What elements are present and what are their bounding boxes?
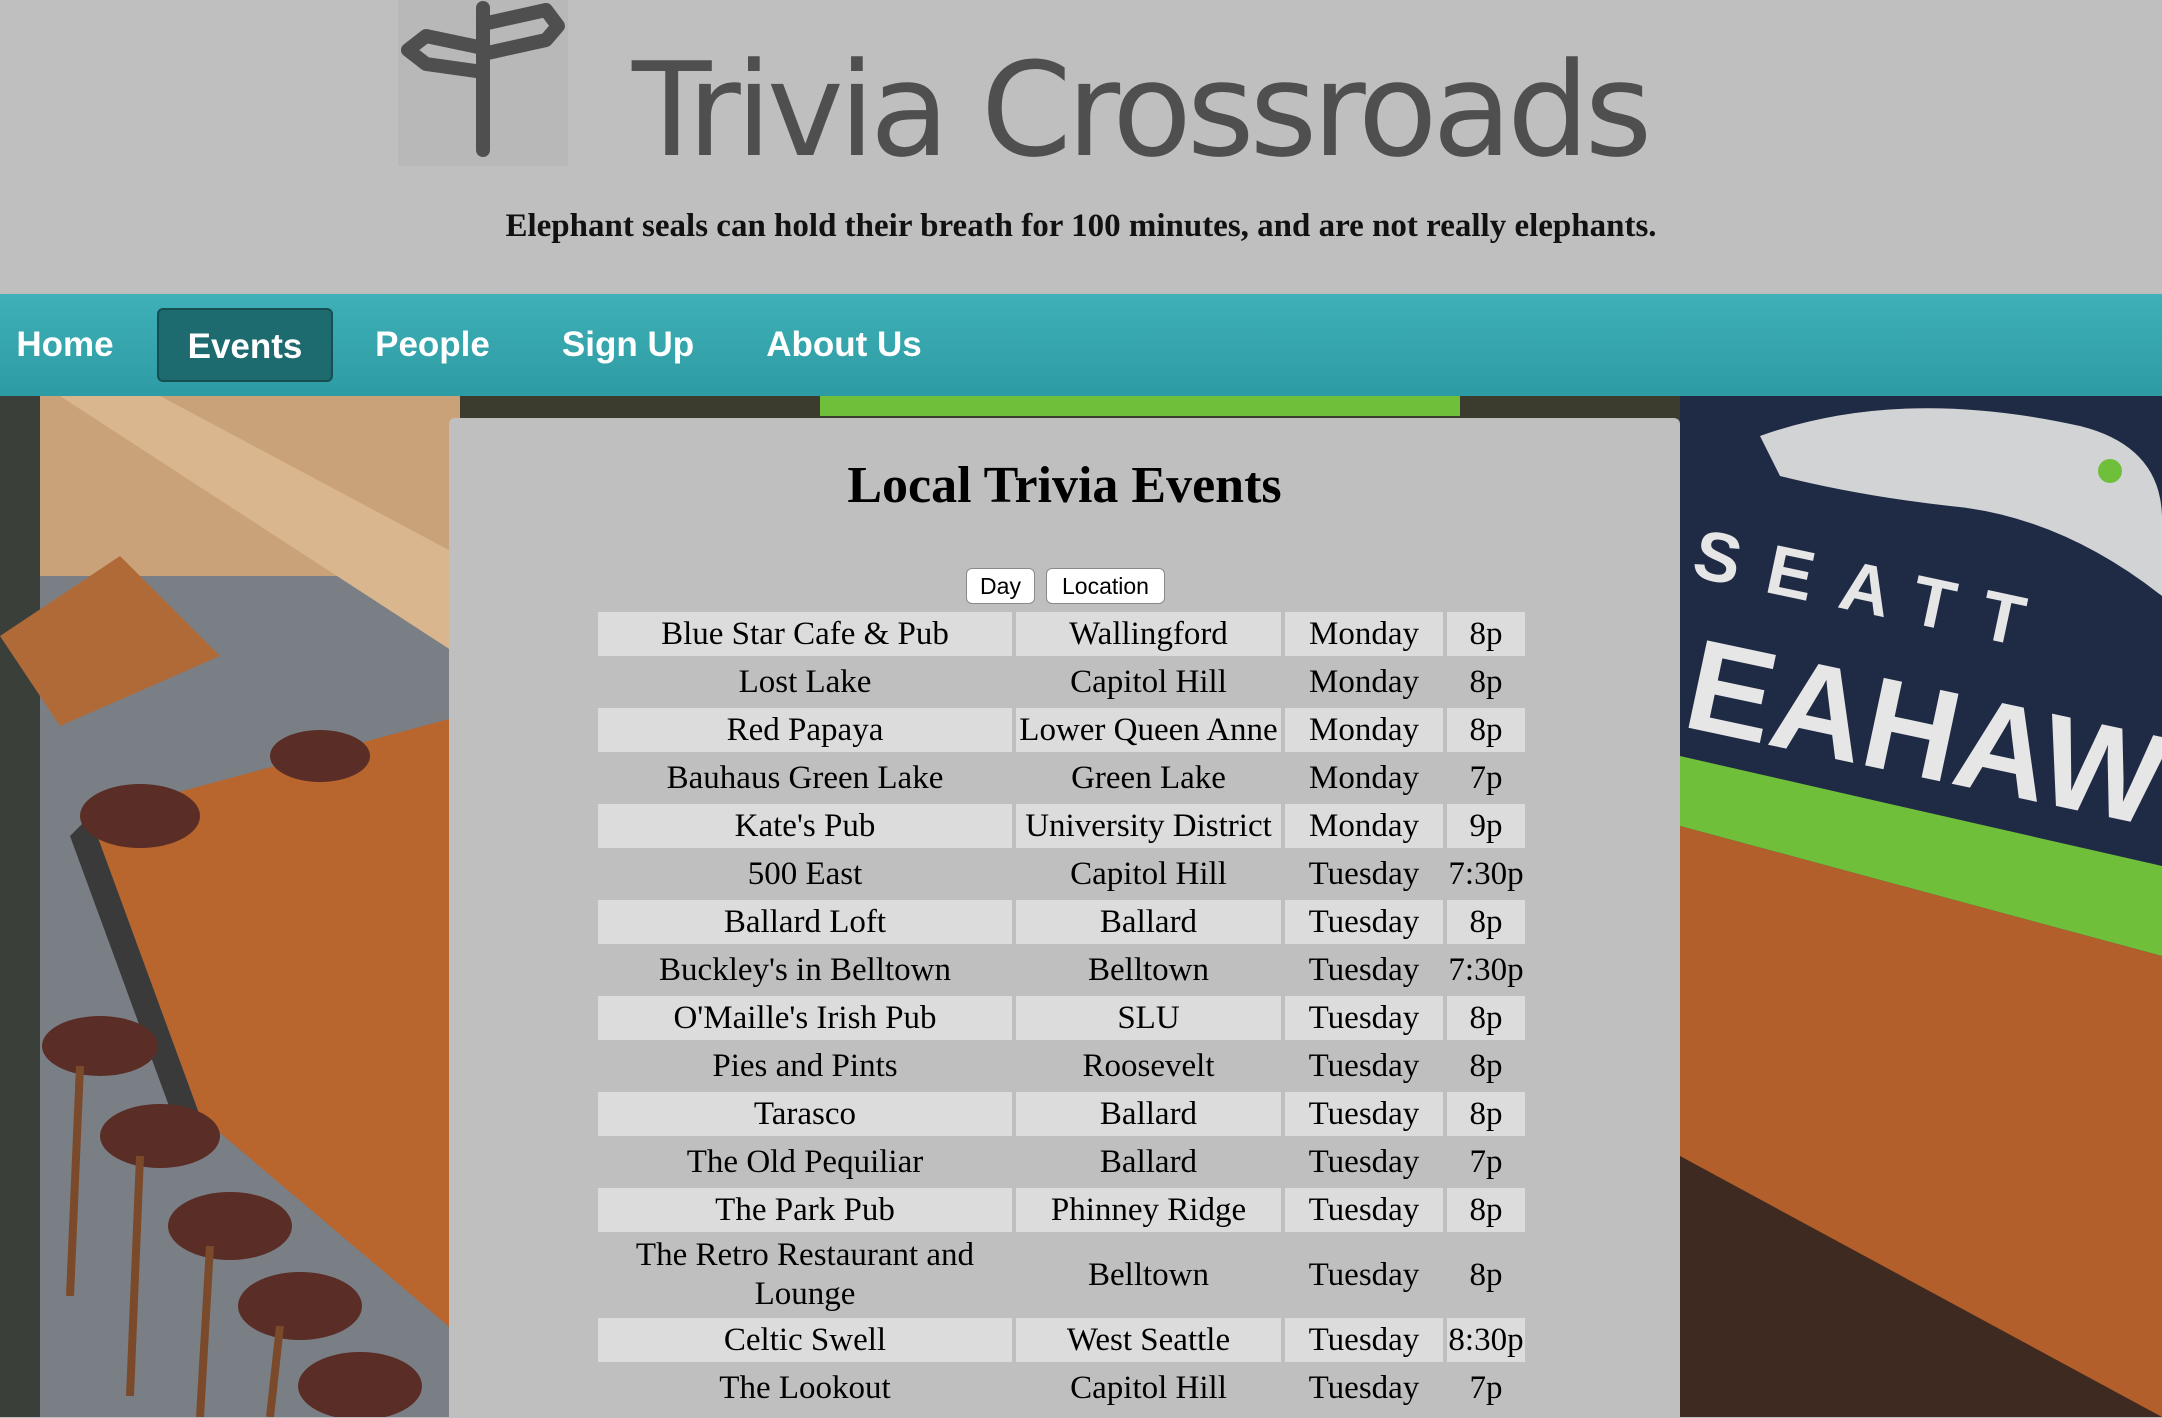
day-cell: Tuesday — [1308, 951, 1420, 988]
day-cell: Tuesday — [1308, 855, 1420, 892]
table-row: The Old Pequiliar Ballard Tuesday 7p — [598, 1140, 1525, 1184]
sort-location-button[interactable]: Location — [1046, 568, 1165, 604]
day-cell: Tuesday — [1285, 900, 1443, 944]
day-cell: Monday — [1285, 708, 1443, 752]
table-row: Ballard Loft Ballard Tuesday 8p — [598, 900, 1525, 944]
day-cell: Monday — [1285, 804, 1443, 848]
nav-events[interactable]: Events — [157, 308, 333, 382]
venue-cell: Blue Star Cafe & Pub — [598, 612, 1012, 656]
venue-cell: Celtic Swell — [598, 1318, 1012, 1362]
venue-cell: 500 East — [747, 855, 863, 892]
table-row: Bauhaus Green Lake Green Lake Monday 7p — [598, 756, 1525, 800]
time-cell: 8:30p — [1447, 1318, 1525, 1362]
location-cell: Capitol Hill — [1070, 1369, 1227, 1406]
day-cell: Tuesday — [1285, 1318, 1443, 1362]
table-row: Tarasco Ballard Tuesday 8p — [598, 1092, 1525, 1136]
location-cell: Ballard — [1016, 900, 1281, 944]
time-cell: 7p — [1469, 759, 1503, 796]
day-cell: Monday — [1309, 759, 1419, 796]
venue-cell: Ballard Loft — [598, 900, 1012, 944]
fun-fact: Elephant seals can hold their breath for… — [505, 208, 1657, 244]
location-cell: Ballard — [1099, 1143, 1198, 1180]
day-cell: Tuesday — [1308, 1256, 1420, 1293]
table-row: O'Maille's Irish Pub SLU Tuesday 8p — [598, 996, 1525, 1040]
location-cell: Roosevelt — [1082, 1047, 1215, 1084]
venue-cell: O'Maille's Irish Pub — [598, 996, 1012, 1040]
day-cell: Tuesday — [1308, 1369, 1420, 1406]
time-cell: 8p — [1469, 1047, 1503, 1084]
events-panel: Local Trivia Events Day Location Blue St… — [449, 418, 1680, 1418]
table-row: The Retro Restaurant and Lounge Belltown… — [598, 1236, 1525, 1314]
table-row: Blue Star Cafe & Pub Wallingford Monday … — [598, 612, 1525, 656]
signpost-icon[interactable] — [398, 0, 568, 166]
venue-cell: Bauhaus Green Lake — [666, 759, 944, 796]
time-cell: 8p — [1469, 1256, 1503, 1293]
day-cell: Monday — [1285, 612, 1443, 656]
location-cell: Capitol Hill — [1070, 855, 1227, 892]
time-cell: 8p — [1469, 663, 1503, 700]
day-cell: Monday — [1309, 663, 1419, 700]
location-cell: Phinney Ridge — [1016, 1188, 1281, 1232]
table-row: 500 East Capitol Hill Tuesday 7:30p — [598, 852, 1525, 896]
time-cell: 7:30p — [1448, 855, 1524, 892]
day-cell: Tuesday — [1285, 996, 1443, 1040]
site-header: Trivia Crossroads Elephant seals can hol… — [0, 0, 2162, 294]
time-cell: 8p — [1447, 1092, 1525, 1136]
venue-cell: Red Papaya — [598, 708, 1012, 752]
time-cell: 7p — [1469, 1369, 1503, 1406]
time-cell: 8p — [1447, 708, 1525, 752]
time-cell: 7:30p — [1448, 951, 1524, 988]
location-cell: Belltown — [1088, 1256, 1209, 1293]
time-cell: 8p — [1447, 996, 1525, 1040]
main-nav: Home Events People Sign Up About Us — [0, 294, 2162, 396]
table-row: The Park Pub Phinney Ridge Tuesday 8p — [598, 1188, 1525, 1232]
venue-cell: The Lookout — [719, 1369, 891, 1406]
location-cell: Wallingford — [1016, 612, 1281, 656]
table-row: The Lookout Capitol Hill Tuesday 7p — [598, 1366, 1525, 1410]
time-cell: 8p — [1447, 900, 1525, 944]
location-cell: Lower Queen Anne — [1016, 708, 1281, 752]
venue-cell: Buckley's in Belltown — [659, 951, 951, 988]
time-cell: 7p — [1469, 1143, 1503, 1180]
table-row: Buckley's in Belltown Belltown Tuesday 7… — [598, 948, 1525, 992]
table-row: Lost Lake Capitol Hill Monday 8p — [598, 660, 1525, 704]
venue-cell: Kate's Pub — [598, 804, 1012, 848]
day-cell: Tuesday — [1308, 1047, 1420, 1084]
nav-home[interactable]: Home — [0, 308, 130, 382]
nav-about-us[interactable]: About Us — [754, 308, 934, 382]
sort-day-button[interactable]: Day — [966, 568, 1035, 604]
nav-people[interactable]: People — [355, 308, 510, 382]
table-row: Celtic Swell West Seattle Tuesday 8:30p — [598, 1318, 1525, 1362]
location-cell: Ballard — [1016, 1092, 1281, 1136]
location-cell: Belltown — [1088, 951, 1209, 988]
venue-cell: The Park Pub — [598, 1188, 1012, 1232]
day-cell: Tuesday — [1285, 1092, 1443, 1136]
site-title: Trivia Crossroads — [632, 34, 1652, 186]
table-row: Red Papaya Lower Queen Anne Monday 8p — [598, 708, 1525, 752]
venue-cell: Lost Lake — [738, 663, 872, 700]
events-table: Blue Star Cafe & Pub Wallingford Monday … — [594, 608, 1529, 1414]
time-cell: 9p — [1447, 804, 1525, 848]
nav-sign-up[interactable]: Sign Up — [548, 308, 708, 382]
venue-cell: Pies and Pints — [712, 1047, 898, 1084]
time-cell: 8p — [1447, 1188, 1525, 1232]
day-cell: Tuesday — [1308, 1143, 1420, 1180]
venue-cell: The Old Pequiliar — [686, 1143, 924, 1180]
venue-cell: The Retro Restaurant and Lounge — [635, 1237, 975, 1312]
table-row: Kate's Pub University District Monday 9p — [598, 804, 1525, 848]
table-row: Pies and Pints Roosevelt Tuesday 8p — [598, 1044, 1525, 1088]
location-cell: West Seattle — [1016, 1318, 1281, 1362]
location-cell: SLU — [1016, 996, 1281, 1040]
location-cell: University District — [1016, 804, 1281, 848]
time-cell: 8p — [1447, 612, 1525, 656]
day-cell: Tuesday — [1285, 1188, 1443, 1232]
venue-cell: Tarasco — [598, 1092, 1012, 1136]
location-cell: Capitol Hill — [1070, 663, 1227, 700]
page-title: Local Trivia Events — [847, 457, 1282, 514]
location-cell: Green Lake — [1071, 759, 1226, 796]
